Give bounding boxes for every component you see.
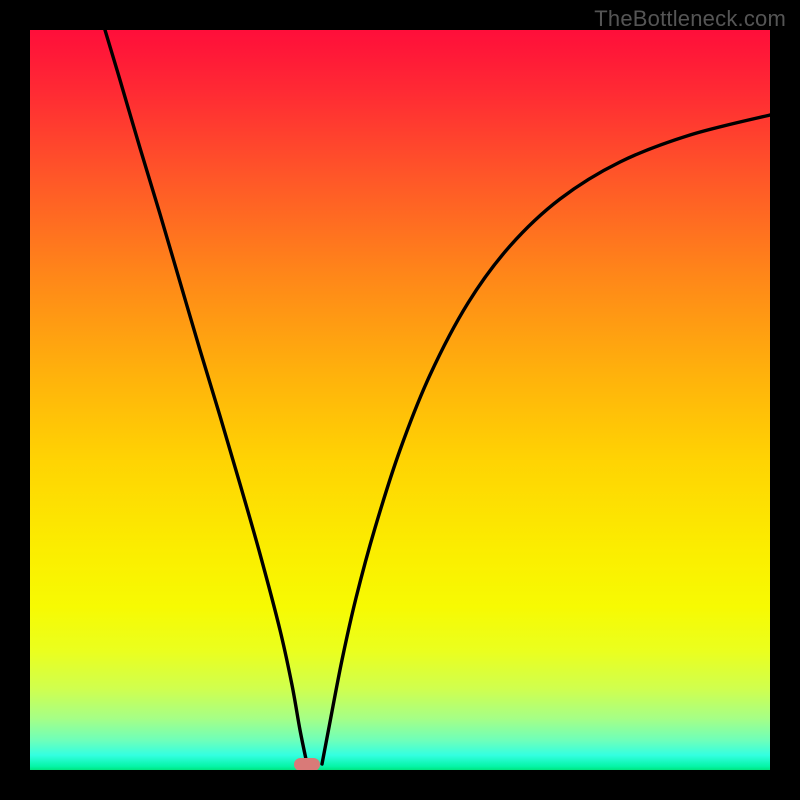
bottleneck-marker	[294, 758, 320, 770]
curve-layer	[30, 30, 770, 770]
watermark-text: TheBottleneck.com	[594, 6, 786, 32]
curve-right	[322, 115, 770, 764]
plot-area	[30, 30, 770, 770]
curve-left	[105, 30, 307, 764]
